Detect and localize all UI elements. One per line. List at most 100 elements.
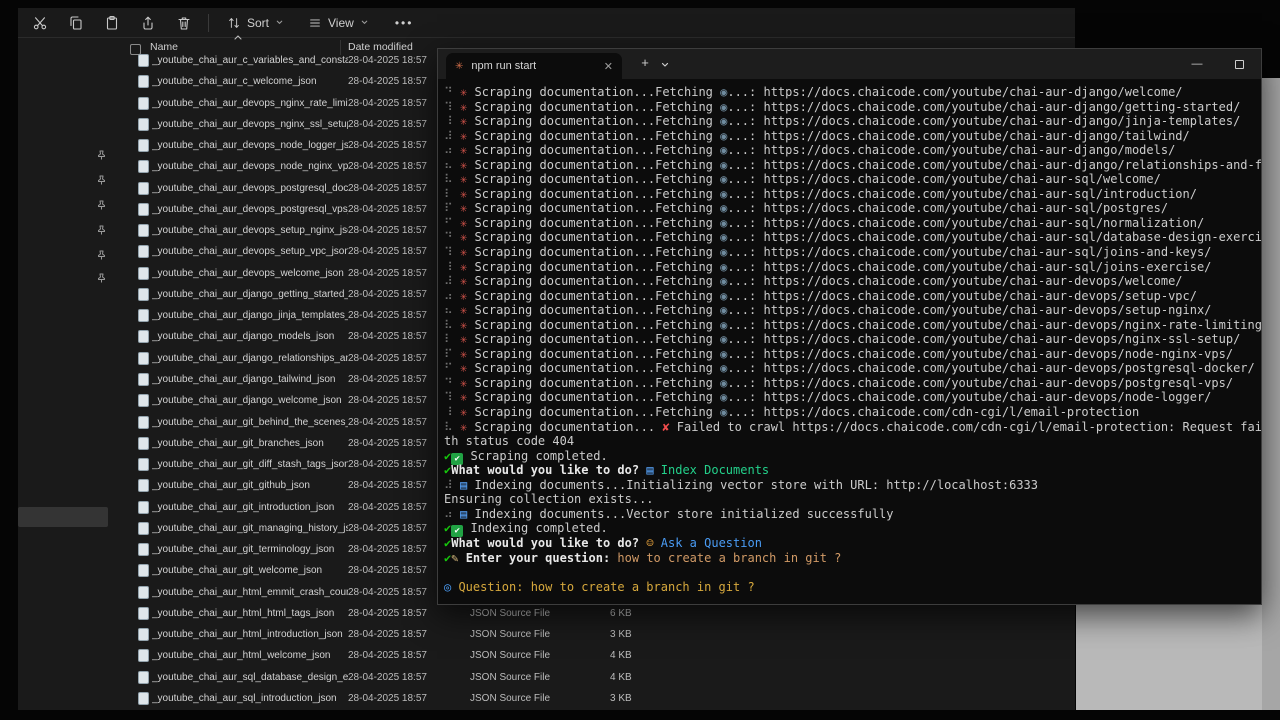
- file-date-modified: 28-04-2025 18:57: [348, 671, 427, 683]
- file-date-modified: 28-04-2025 18:57: [348, 225, 427, 237]
- terminal-line: ✔✎ Enter your question: how to create a …: [444, 550, 842, 565]
- file-name: _youtube_chai_aur_html_introduction_json: [152, 629, 343, 641]
- file-name: _youtube_chai_aur_html_html_tags_json: [152, 607, 335, 619]
- background-window-edge[interactable]: [1262, 78, 1280, 710]
- terminal-line: ⠼ ✳ Scraping documentation...Fetching ◉.…: [444, 274, 1183, 289]
- file-size: 6 KB: [610, 607, 632, 619]
- spinner: ⠹: [444, 99, 461, 114]
- spinner: ⠇: [444, 186, 461, 201]
- view-label: View: [328, 15, 354, 30]
- terminal-line: ✔What would you like to do? ☺ Ask a Ques…: [444, 535, 762, 550]
- file-row[interactable]: _youtube_chai_aur_sql_introduction_json 2…: [18, 688, 1075, 709]
- terminal-line: ⠹ ✳ Scraping documentation...Fetching ◉.…: [444, 390, 1212, 405]
- file-name: _youtube_chai_aur_sql_introduction_json: [152, 692, 337, 704]
- tab-title: npm run start: [471, 60, 537, 72]
- file-date-modified: 28-04-2025 18:57: [348, 182, 427, 194]
- terminal-line: ⠹ ✳ Scraping documentation...Fetching ◉.…: [444, 245, 1212, 260]
- file-row[interactable]: _youtube_chai_aur_sql_database_design_ex…: [18, 667, 1075, 688]
- cut-button[interactable]: [28, 11, 52, 35]
- file-name: _youtube_chai_aur_django_relationships_a…: [152, 352, 348, 364]
- terminal-content[interactable]: ⠙ ✳ Scraping documentation...Fetching ◉.…: [438, 79, 1261, 604]
- file-row[interactable]: _youtube_chai_aur_html_html_tags_json 28-…: [18, 603, 1075, 624]
- file-icon: [138, 139, 149, 153]
- terminal-line: ⠏ ✳ Scraping documentation...Fetching ◉.…: [444, 201, 1169, 216]
- view-dropdown[interactable]: View: [302, 11, 375, 35]
- sort-label: Sort: [247, 15, 270, 30]
- file-icon: [138, 181, 149, 195]
- file-name: _youtube_chai_aur_devops_welcome_json: [152, 267, 344, 279]
- maximize-icon: [1234, 59, 1244, 69]
- file-date-modified: 28-04-2025 18:57: [348, 501, 427, 513]
- file-type: JSON Source File: [470, 629, 551, 641]
- terminal-line: ⠴ ✳ Scraping documentation...Fetching ◉.…: [444, 288, 1197, 303]
- maximize-button[interactable]: [1218, 49, 1260, 79]
- file-date-modified: 28-04-2025 18:57: [348, 607, 427, 619]
- file-name: _youtube_chai_aur_devops_setup_vpc_json: [152, 246, 348, 258]
- file-icon: [138, 479, 149, 493]
- file-name: _youtube_chai_aur_git_welcome_json: [152, 565, 323, 577]
- file-name: _youtube_chai_aur_devops_postgresql_dock…: [152, 182, 348, 194]
- file-icon: [138, 564, 149, 578]
- delete-button[interactable]: [172, 11, 196, 35]
- file-icon: [138, 394, 149, 408]
- file-icon: [138, 436, 149, 450]
- terminal-line: ✔ ✔ Scraping completed.: [444, 448, 608, 465]
- terminal-tab[interactable]: ✳ npm run start ✕: [446, 53, 622, 79]
- file-row[interactable]: _youtube_chai_aur_html_introduction_json…: [18, 624, 1075, 645]
- terminal-titlebar: ✳ npm run start ✕ + —: [438, 49, 1261, 79]
- terminal-line: ⠙ ✳ Scraping documentation...Fetching ◉.…: [444, 85, 1183, 99]
- terminal-line: ⠴ ▤ Indexing documents...Vector store in…: [444, 506, 894, 521]
- more-options-button[interactable]: •••: [387, 16, 422, 30]
- card-index-icon: ▤: [646, 463, 654, 478]
- spinner: ⠏: [444, 201, 461, 216]
- sort-dropdown[interactable]: Sort: [221, 11, 290, 35]
- file-icon: [138, 521, 149, 535]
- file-date-modified: 28-04-2025 18:57: [348, 140, 427, 152]
- background-window-corner[interactable]: [1076, 601, 1280, 710]
- file-date-modified: 28-04-2025 18:57: [348, 203, 427, 215]
- file-date-modified: 28-04-2025 18:57: [348, 522, 427, 534]
- sort-ascending-icon: [234, 35, 242, 40]
- file-type: JSON Source File: [470, 692, 551, 704]
- file-icon: [138, 691, 149, 705]
- new-tab-button[interactable]: +: [636, 55, 654, 70]
- view-icon: [310, 18, 320, 27]
- check-icon: ✔: [444, 448, 452, 463]
- file-icon: [138, 224, 149, 238]
- minimize-button[interactable]: —: [1176, 49, 1218, 79]
- spinner: ⠼: [444, 128, 461, 143]
- file-icon: [138, 266, 149, 280]
- file-date-modified: 28-04-2025 18:57: [348, 373, 427, 385]
- file-icon: [138, 330, 149, 344]
- file-name: _youtube_chai_aur_c_variables_and_consta…: [152, 55, 348, 66]
- paste-icon: [106, 15, 118, 30]
- file-name: _youtube_chai_aur_c_welcome_json: [152, 76, 317, 88]
- file-date-modified: 28-04-2025 18:57: [348, 288, 427, 300]
- spinner: ⠼: [444, 477, 461, 492]
- file-icon: [138, 585, 149, 599]
- copy-button[interactable]: [64, 11, 88, 35]
- file-size: 3 KB: [610, 692, 632, 704]
- file-icon: [138, 670, 149, 684]
- terminal-line: ⠇ ✳ Scraping documentation...Fetching ◉.…: [444, 332, 1241, 347]
- share-button[interactable]: [136, 11, 160, 35]
- file-row[interactable]: _youtube_chai_aur_html_welcome_json 28-04…: [18, 645, 1075, 666]
- file-name: _youtube_chai_aur_git_github_json: [152, 480, 310, 492]
- terminal-line: ⠧ ✳ Scraping documentation...Fetching ◉.…: [444, 318, 1261, 333]
- file-icon: [138, 245, 149, 259]
- spinner: ⠋: [444, 361, 461, 376]
- close-tab-button[interactable]: ✕: [604, 60, 613, 73]
- terminal-line: ⠧ ✳ Scraping documentation... ✘ Failed t…: [444, 419, 1261, 434]
- error-cross-icon: ✘: [662, 419, 670, 434]
- file-type: JSON Source File: [470, 671, 551, 683]
- file-date-modified: 28-04-2025 18:57: [348, 267, 427, 279]
- paste-button[interactable]: [100, 11, 124, 35]
- terminal-line: ⠙ ✳ Scraping documentation...Fetching ◉.…: [444, 375, 1234, 390]
- file-name: _youtube_chai_aur_git_managing_history_j…: [152, 522, 348, 534]
- spinner: ⠋: [444, 215, 461, 230]
- spinner: ⠙: [444, 375, 461, 390]
- scraped-url: https://docs.chaicode.com/youtube/chai-a…: [763, 332, 1241, 347]
- tab-dropdown-button[interactable]: [660, 60, 670, 70]
- terminal-line: ⠸ ✳ Scraping documentation...Fetching ◉.…: [444, 259, 1212, 274]
